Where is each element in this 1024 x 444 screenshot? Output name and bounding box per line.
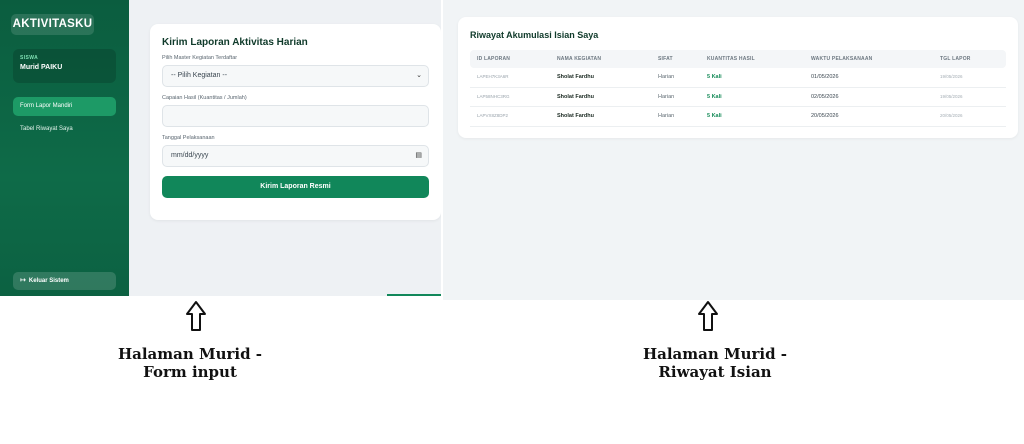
history-table-card: Riwayat Akumulasi Isian Saya ID LAPORAN … xyxy=(458,17,1018,138)
col-id-laporan: ID LAPORAN xyxy=(477,56,511,62)
cell-tgl: 20/05/2026 xyxy=(940,113,963,118)
cell-kuantitas: 5 Kali xyxy=(707,93,722,100)
user-card: SISWA Murid PAIKU xyxy=(13,49,116,83)
caption-line: Riwayat Isian xyxy=(658,363,772,381)
chevron-down-icon: ⌄ xyxy=(416,72,422,79)
tanggal-pelaksanaan-input[interactable]: mm/dd/yyyy ▤ xyxy=(162,145,429,167)
caption-form-input: Halaman Murid - Form input xyxy=(95,345,285,381)
master-kegiatan-value: -- Pilih Kegiatan -- xyxy=(171,72,228,79)
col-tgl-lapor: TGL LAPOR xyxy=(940,56,971,62)
caption-riwayat-isian: Halaman Murid - Riwayat Isian xyxy=(610,345,820,381)
logout-label: Keluar Sistem xyxy=(28,278,69,284)
col-waktu-pelaksanaan: WAKTU PELAKSANAAN xyxy=(811,56,873,62)
brand-logo: AKTIVITASKU xyxy=(11,14,94,35)
up-arrow-icon xyxy=(186,301,206,331)
cell-sifat: Harian xyxy=(658,74,675,80)
cell-waktu: 20/05/2026 xyxy=(811,113,839,119)
report-form-card: Kirim Laporan Aktivitas Harian Pilih Mas… xyxy=(150,24,441,220)
cell-kuantitas: 5 Kali xyxy=(707,113,722,119)
cell-tgl: 19/05/2026 xyxy=(940,74,963,79)
tanggal-pelaksanaan-label: Tanggal Pelaksanaan xyxy=(162,135,215,141)
form-title: Kirim Laporan Aktivitas Harian xyxy=(162,37,308,48)
sidebar: AKTIVITASKU SISWA Murid PAIKU Form Lapor… xyxy=(0,0,129,296)
capaian-hasil-input[interactable] xyxy=(162,105,429,127)
table-title: Riwayat Akumulasi Isian Saya xyxy=(470,30,599,40)
cell-kuantitas: 5 Kali xyxy=(707,74,722,80)
sidebar-item-tabel-riwayat[interactable]: Tabel Riwayat Saya xyxy=(13,120,116,139)
user-name: Murid PAIKU xyxy=(20,64,63,71)
cell-id: LAP58NHC3RG xyxy=(477,93,510,99)
cell-waktu: 01/05/2026 xyxy=(811,74,839,80)
calendar-icon[interactable]: ▤ xyxy=(415,146,422,166)
sidebar-item-form-lapor[interactable]: Form Lapor Mandiri xyxy=(13,97,116,116)
caption-line: Halaman Murid - xyxy=(117,345,263,363)
scroll-indicator xyxy=(387,294,441,296)
master-kegiatan-label: Pilih Master Kegiatan Terdaftar xyxy=(162,55,238,61)
up-arrow-icon xyxy=(698,301,718,331)
logout-icon: ↦ xyxy=(20,277,26,284)
cell-nama: Sholat Fardhu xyxy=(557,113,594,119)
col-kuantitas-hasil: KUANTITAS HASIL xyxy=(707,56,755,62)
table-row: LAPEH7K3A6R Sholat Fardhu Harian 5 Kali … xyxy=(470,68,1006,88)
submit-report-button[interactable]: Kirim Laporan Resmi xyxy=(162,176,429,198)
logout-button[interactable]: ↦ Keluar Sistem xyxy=(13,272,116,290)
caption-line: Form input xyxy=(143,363,237,381)
tanggal-value: mm/dd/yyyy xyxy=(171,152,209,159)
cell-nama: Sholat Fardhu xyxy=(557,93,594,100)
col-sifat: SIFAT xyxy=(658,56,673,62)
table-row: LAPVX8Z8DP2 Sholat Fardhu Harian 5 Kali … xyxy=(470,107,1006,127)
riwayat-isian-screenshot: Riwayat Akumulasi Isian Saya ID LAPORAN … xyxy=(443,0,1024,300)
cell-waktu: 02/05/2026 xyxy=(811,93,839,100)
cell-sifat: Harian xyxy=(658,93,675,100)
history-table: ID LAPORAN NAMA KEGIATAN SIFAT KUANTITAS… xyxy=(470,50,1006,127)
cell-id: LAPEH7K3A6R xyxy=(477,74,509,79)
cell-tgl: 19/05/2026 xyxy=(940,93,963,99)
caption-line: Halaman Murid - xyxy=(642,345,788,363)
form-input-screenshot: AKTIVITASKU SISWA Murid PAIKU Form Lapor… xyxy=(0,0,441,296)
cell-sifat: Harian xyxy=(658,113,675,119)
master-kegiatan-select[interactable]: -- Pilih Kegiatan -- ⌄ xyxy=(162,65,429,87)
user-role: SISWA xyxy=(20,55,39,61)
col-nama-kegiatan: NAMA KEGIATAN xyxy=(557,56,602,62)
cell-id: LAPVX8Z8DP2 xyxy=(477,113,509,118)
table-row: LAP58NHC3RG Sholat Fardhu Harian 5 Kali … xyxy=(470,88,1006,107)
capaian-hasil-label: Capaian Hasil (Kuantitas / Jumlah) xyxy=(162,95,247,101)
cell-nama: Sholat Fardhu xyxy=(557,74,594,80)
table-header: ID LAPORAN NAMA KEGIATAN SIFAT KUANTITAS… xyxy=(470,50,1006,68)
